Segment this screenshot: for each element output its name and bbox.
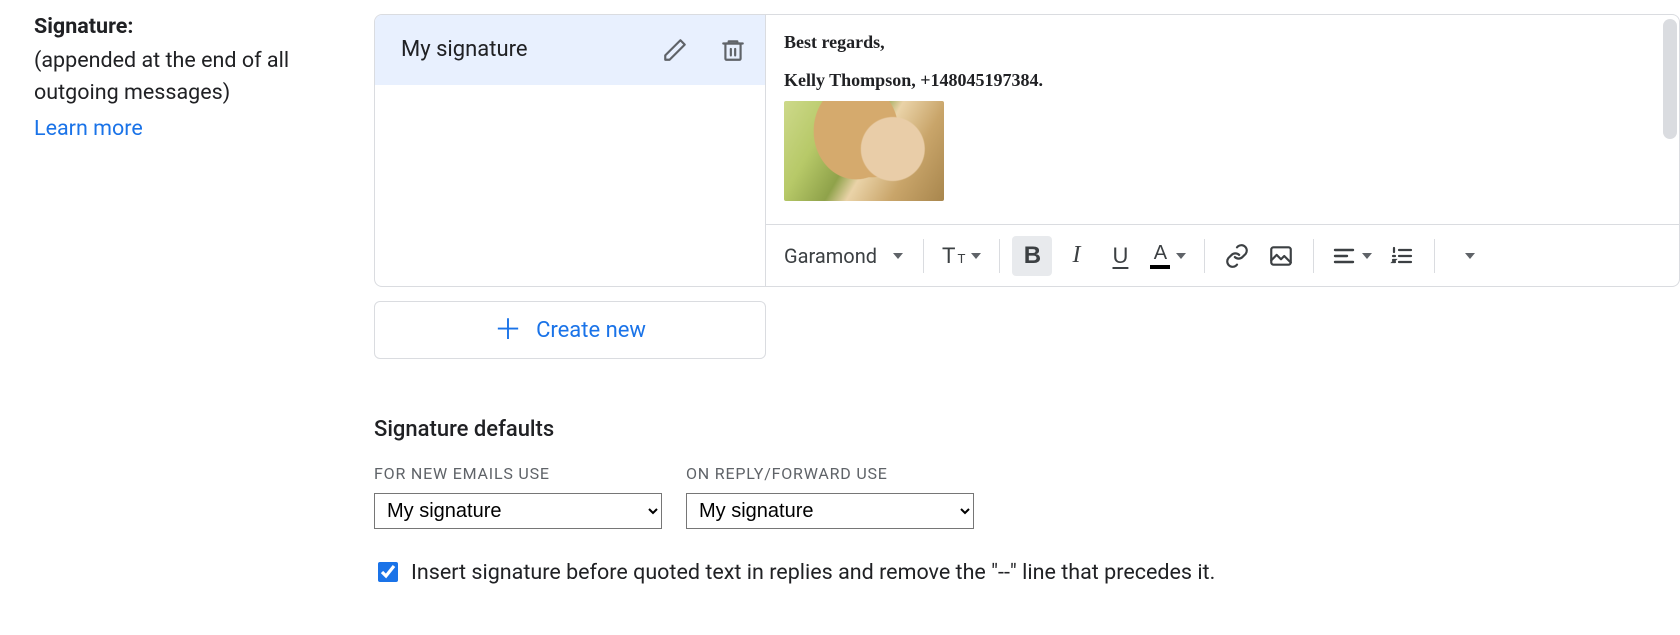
new-emails-label: FOR NEW EMAILS USE (374, 464, 662, 483)
signature-defaults-heading: Signature defaults (374, 417, 1680, 442)
toolbar-separator (999, 239, 1000, 273)
caret-down-icon (893, 253, 903, 259)
numbered-list-button[interactable] (1382, 236, 1422, 276)
underline-button[interactable]: U (1100, 236, 1140, 276)
insert-before-quoted-label: Insert signature before quoted text in r… (411, 560, 1215, 585)
editor-scrollbar[interactable] (1663, 19, 1677, 139)
create-new-signature-button[interactable]: ＋ Create new (374, 301, 766, 359)
bold-button[interactable]: B (1012, 236, 1052, 276)
caret-down-icon (1362, 253, 1372, 259)
text-size-icon: TT (942, 243, 965, 269)
bold-icon: B (1024, 242, 1041, 270)
caret-down-icon (1176, 253, 1186, 259)
trash-icon[interactable] (719, 36, 747, 64)
signature-section-label-block: Signature: (appended at the end of all o… (34, 14, 374, 585)
image-icon (1268, 243, 1294, 269)
create-new-label: Create new (536, 318, 646, 343)
text-size-button[interactable]: TT (936, 236, 987, 276)
signature-list-item[interactable]: My signature (375, 15, 765, 85)
caret-down-icon (1465, 253, 1475, 259)
text-color-icon: A (1150, 243, 1170, 269)
signature-editor-content[interactable]: Best regards, Kelly Thompson, +148045197… (766, 15, 1679, 224)
insert-link-button[interactable] (1217, 236, 1257, 276)
plus-icon: ＋ (494, 316, 522, 344)
signature-editor: Best regards, Kelly Thompson, +148045197… (766, 14, 1680, 287)
toolbar-separator (1204, 239, 1205, 273)
align-icon (1332, 244, 1356, 268)
section-title: Signature: (34, 14, 358, 39)
insert-image-button[interactable] (1261, 236, 1301, 276)
underline-icon: U (1113, 243, 1129, 269)
font-picker[interactable]: Garamond (780, 244, 911, 268)
numbered-list-icon (1390, 244, 1414, 268)
editor-toolbar: Garamond TT B I U A (766, 224, 1679, 286)
font-name: Garamond (784, 244, 877, 268)
reply-forward-label: ON REPLY/FORWARD USE (686, 464, 974, 483)
signature-greeting: Best regards, (784, 29, 1661, 57)
new-emails-signature-select[interactable]: My signature (374, 493, 662, 529)
signature-name-line: Kelly Thompson, +148045197384. (784, 67, 1661, 95)
link-icon (1224, 243, 1250, 269)
section-description: (appended at the end of all outgoing mes… (34, 45, 358, 110)
signature-list: My signature (374, 14, 766, 287)
pencil-icon[interactable] (661, 36, 689, 64)
italic-button[interactable]: I (1056, 236, 1096, 276)
toolbar-separator (1434, 239, 1435, 273)
more-formatting-button[interactable] (1447, 236, 1487, 276)
insert-before-quoted-checkbox[interactable] (378, 562, 398, 582)
toolbar-separator (1313, 239, 1314, 273)
signature-name: My signature (401, 37, 661, 62)
italic-icon: I (1072, 242, 1080, 269)
signature-photo (784, 101, 944, 201)
toolbar-separator (923, 239, 924, 273)
reply-forward-signature-select[interactable]: My signature (686, 493, 974, 529)
caret-down-icon (971, 253, 981, 259)
align-button[interactable] (1326, 236, 1378, 276)
text-color-button[interactable]: A (1144, 236, 1192, 276)
learn-more-link[interactable]: Learn more (34, 116, 143, 141)
